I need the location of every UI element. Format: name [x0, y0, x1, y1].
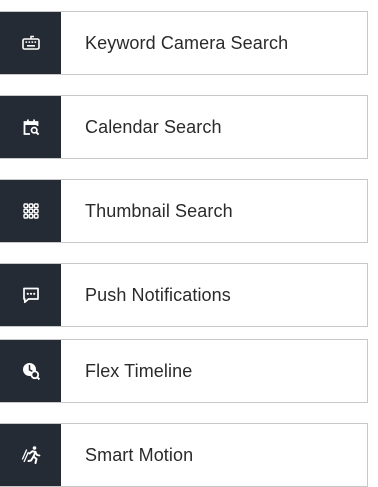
icon-box	[0, 96, 61, 158]
chat-notification-icon	[22, 287, 39, 304]
menu-item-thumbnail-search[interactable]: Thumbnail Search	[0, 179, 368, 243]
icon-box	[0, 180, 61, 242]
grid-icon	[22, 203, 39, 219]
icon-box	[0, 264, 61, 326]
menu-item-label: Thumbnail Search	[85, 200, 233, 221]
menu-item-label: Push Notifications	[85, 284, 231, 305]
menu-item-flex-timeline[interactable]: Flex Timeline	[0, 339, 368, 403]
menu-item-smart-motion[interactable]: Smart Motion	[0, 423, 368, 487]
menu-item-label: Keyword Camera Search	[85, 32, 289, 53]
keyboard-icon	[21, 35, 40, 50]
running-person-icon	[21, 446, 40, 464]
menu-item-label: Calendar Search	[85, 116, 222, 137]
menu-item-keyword-camera-search[interactable]: Keyword Camera Search	[0, 11, 368, 75]
calendar-search-icon	[23, 119, 39, 136]
icon-box	[0, 340, 61, 402]
menu-item-push-notifications[interactable]: Push Notifications	[0, 263, 368, 327]
clock-search-icon	[22, 363, 40, 381]
menu-item-label: Flex Timeline	[85, 360, 193, 381]
menu-item-label: Smart Motion	[85, 444, 194, 465]
icon-box	[0, 424, 61, 486]
menu-item-calendar-search[interactable]: Calendar Search	[0, 95, 368, 159]
icon-box	[0, 12, 61, 74]
